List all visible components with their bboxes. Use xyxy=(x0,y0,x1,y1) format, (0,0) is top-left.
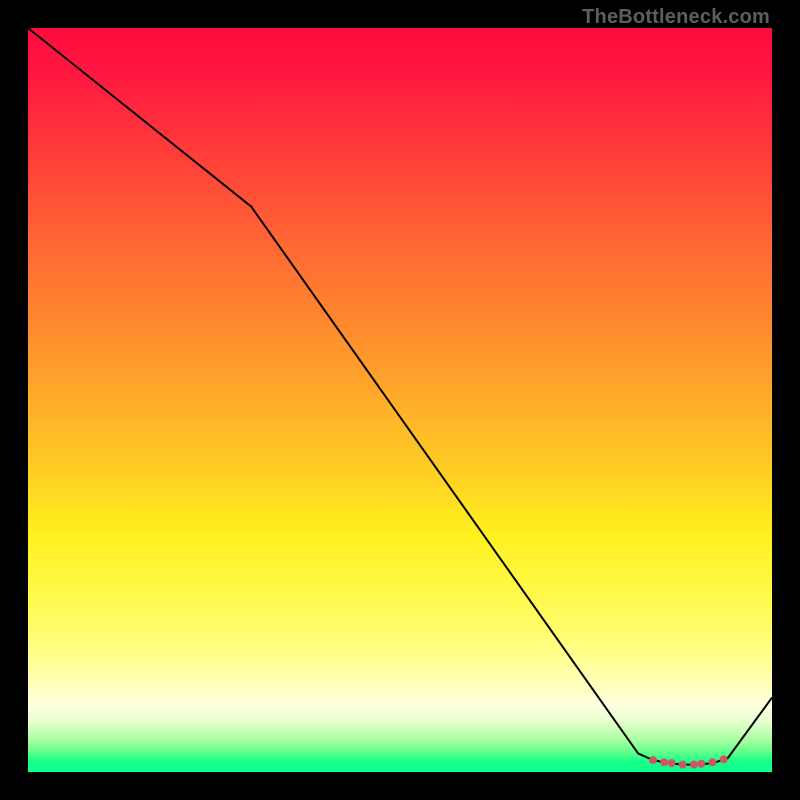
plot-area xyxy=(28,28,772,772)
marker-dot xyxy=(709,758,717,766)
marker-dot xyxy=(720,755,728,763)
curve-line xyxy=(28,28,772,765)
bottleneck-curve xyxy=(28,28,772,765)
marker-dot xyxy=(697,760,705,768)
optimal-range-markers xyxy=(649,755,728,768)
marker-dot xyxy=(660,758,668,766)
chart-svg xyxy=(28,28,772,772)
marker-dot xyxy=(679,761,687,769)
chart-frame: TheBottleneck.com xyxy=(0,0,800,800)
attribution-label: TheBottleneck.com xyxy=(582,6,770,29)
marker-dot xyxy=(690,761,698,769)
marker-dot xyxy=(649,756,657,764)
marker-dot xyxy=(668,759,676,767)
